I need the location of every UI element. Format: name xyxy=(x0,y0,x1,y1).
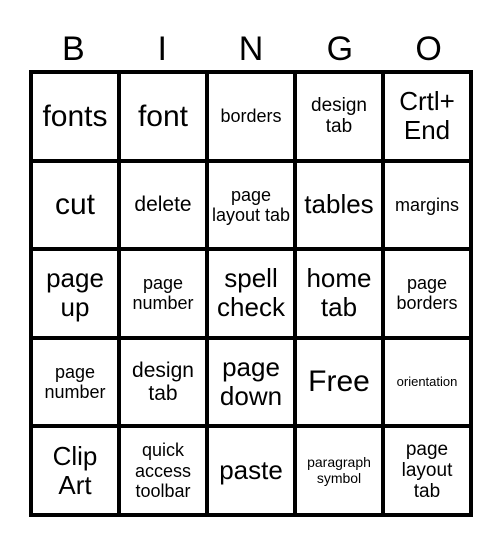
bingo-cell[interactable]: page down xyxy=(209,339,293,425)
bingo-cell[interactable]: design tab xyxy=(121,339,205,425)
bingo-cell[interactable]: borders xyxy=(209,74,293,159)
bingo-cell[interactable]: tables xyxy=(297,162,381,248)
bingo-cell[interactable]: design tab xyxy=(297,74,381,159)
bingo-cell[interactable]: font xyxy=(121,74,205,159)
bingo-cell[interactable]: paragraph symbol xyxy=(297,428,381,513)
bingo-cell[interactable]: page number xyxy=(33,339,117,425)
bingo-header: B I N G O xyxy=(29,28,473,70)
bingo-cell[interactable]: page number xyxy=(121,251,205,336)
bingo-cell[interactable]: Clip Art xyxy=(33,428,117,513)
bingo-cell[interactable]: cut xyxy=(33,162,117,248)
bingo-cell[interactable]: paste xyxy=(209,428,293,513)
bingo-card: fonts font borders design tab Crtl+ End … xyxy=(29,70,473,517)
bingo-cell[interactable]: orientation xyxy=(385,339,469,425)
bingo-cell[interactable]: margins xyxy=(385,162,469,248)
bingo-cell[interactable]: page layout tab xyxy=(385,428,469,513)
header-letter-i: I xyxy=(157,30,167,68)
bingo-cell[interactable]: page borders xyxy=(385,251,469,336)
bingo-cell[interactable]: fonts xyxy=(33,74,117,159)
bingo-cell[interactable]: quick access toolbar xyxy=(121,428,205,513)
bingo-cell[interactable]: home tab xyxy=(297,251,381,336)
header-letter-o: O xyxy=(415,30,442,68)
bingo-cell[interactable]: delete xyxy=(121,162,205,248)
header-letter-n: N xyxy=(238,30,264,68)
bingo-cell[interactable]: page up xyxy=(33,251,117,336)
bingo-cell[interactable]: spell check xyxy=(209,251,293,336)
header-letter-g: G xyxy=(326,30,354,68)
header-letter-b: B xyxy=(62,30,85,68)
bingo-cell[interactable]: Crtl+ End xyxy=(385,74,469,159)
free-space-cell[interactable]: Free xyxy=(297,339,381,425)
bingo-cell[interactable]: page layout tab xyxy=(209,162,293,248)
